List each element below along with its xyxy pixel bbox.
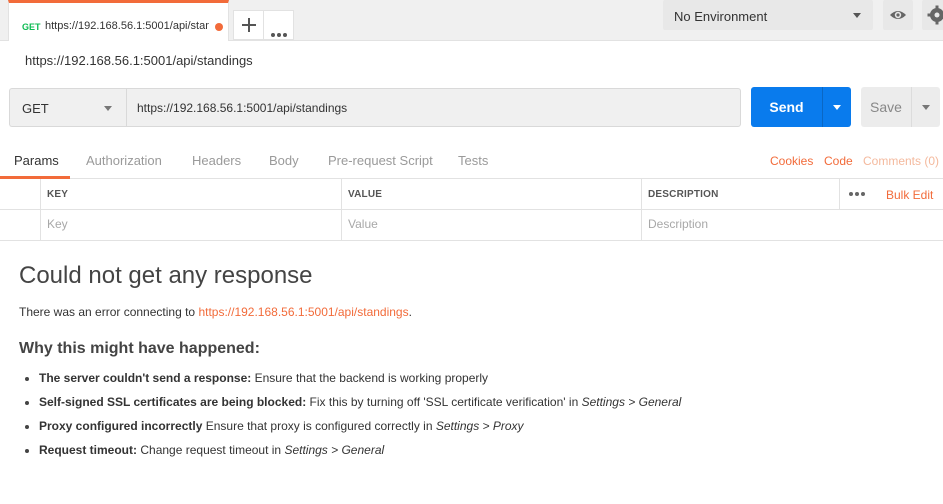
param-value-input[interactable]: [348, 217, 598, 231]
value-column-header: VALUE: [341, 179, 641, 210]
tab-params[interactable]: Params: [14, 153, 59, 168]
response-error-message: There was an error connecting to https:/…: [19, 305, 412, 319]
cookies-link[interactable]: Cookies: [770, 154, 813, 168]
chevron-down-icon: [853, 13, 861, 18]
request-tab[interactable]: GET https://192.168.56.1:5001/api/standi…: [8, 0, 229, 41]
bullet-icon: [25, 425, 29, 429]
environment-select-value: No Environment: [674, 9, 768, 24]
reason-text: Fix this by turning off 'SSL certificate…: [306, 395, 582, 409]
bulk-edit-link[interactable]: Bulk Edit: [886, 188, 933, 202]
reason-title: The server couldn't send a response:: [39, 371, 252, 385]
manage-environments-button[interactable]: [922, 0, 943, 30]
chevron-down-icon: [833, 105, 841, 110]
tab-tests[interactable]: Tests: [458, 153, 488, 168]
tab-authorization[interactable]: Authorization: [86, 153, 162, 168]
send-button[interactable]: Send: [751, 87, 822, 127]
comments-link[interactable]: Comments (0): [863, 154, 939, 168]
code-link[interactable]: Code: [824, 154, 853, 168]
more-icon: [270, 24, 288, 42]
key-column-header: KEY: [40, 179, 341, 210]
reason-title: Proxy configured incorrectly: [39, 419, 203, 433]
why-heading: Why this might have happened:: [19, 340, 260, 357]
error-message-suffix: .: [408, 305, 412, 319]
save-button[interactable]: Save: [861, 87, 911, 127]
chevron-down-icon: [104, 106, 112, 111]
tab-pre-request-script[interactable]: Pre-request Script: [328, 153, 433, 168]
gear-icon: [927, 5, 943, 25]
params-table: KEY VALUE DESCRIPTION Bulk Edit: [0, 179, 943, 241]
description-header: DESCRIPTION: [648, 189, 719, 200]
error-message-prefix: There was an error connecting to: [19, 305, 199, 319]
tab-bar: GET https://192.168.56.1:5001/api/standi…: [0, 0, 943, 41]
environment-quick-look-button[interactable]: [883, 0, 913, 30]
key-header: KEY: [47, 189, 69, 200]
method-select-value: GET: [22, 101, 49, 116]
save-options-button[interactable]: [911, 87, 940, 127]
description-cell: [641, 210, 943, 241]
reason-title: Self-signed SSL certificates are being b…: [39, 395, 307, 409]
bullet-icon: [25, 377, 29, 381]
value-header: VALUE: [348, 189, 383, 200]
reason-settings-path: Settings > General: [581, 395, 682, 409]
url-input[interactable]: [126, 88, 741, 127]
request-title[interactable]: https://192.168.56.1:5001/api/standings: [25, 53, 253, 68]
request-subtabs: Params Authorization Headers Body Pre-re…: [0, 143, 943, 179]
method-select[interactable]: GET: [9, 88, 126, 127]
response-error-title: Could not get any response: [19, 262, 313, 289]
plus-icon: [241, 18, 256, 32]
list-item: Proxy configured incorrectly Ensure that…: [24, 419, 681, 443]
unsaved-dot-icon[interactable]: [215, 23, 223, 31]
reason-text: Change request timeout in: [137, 443, 285, 457]
error-url-link[interactable]: https://192.168.56.1:5001/api/standings: [198, 305, 408, 319]
list-item: The server couldn't send a response: Ens…: [24, 371, 681, 395]
tab-options-button[interactable]: [263, 10, 294, 40]
tab-body[interactable]: Body: [269, 153, 299, 168]
send-options-button[interactable]: [822, 87, 851, 127]
chevron-down-icon: [922, 105, 930, 110]
list-item: Request timeout: Change request timeout …: [24, 443, 681, 467]
reasons-list: The server couldn't send a response: Ens…: [24, 371, 681, 467]
environment-select[interactable]: No Environment: [663, 0, 873, 30]
description-column-header: DESCRIPTION: [641, 179, 839, 210]
reason-text: Ensure that proxy is configured correctl…: [202, 419, 436, 433]
key-cell: [40, 210, 341, 241]
reason-settings-path: Settings > General: [284, 443, 385, 457]
table-options-cell[interactable]: [839, 179, 873, 210]
params-header-row: KEY VALUE DESCRIPTION Bulk Edit: [0, 179, 943, 210]
request-tab-method: GET: [22, 22, 41, 32]
request-tab-url: https://192.168.56.1:5001/api/standings: [45, 20, 209, 32]
new-tab-button[interactable]: [233, 10, 264, 40]
reason-text: Ensure that the backend is working prope…: [251, 371, 489, 385]
table-row: [0, 210, 943, 241]
param-key-input[interactable]: [47, 217, 297, 231]
param-description-input[interactable]: [648, 217, 898, 231]
more-icon: [848, 183, 866, 201]
reason-title: Request timeout:: [39, 443, 138, 457]
bullet-icon: [25, 401, 29, 405]
tab-headers[interactable]: Headers: [192, 153, 241, 168]
list-item: Self-signed SSL certificates are being b…: [24, 395, 681, 419]
bullet-icon: [25, 449, 29, 453]
reason-settings-path: Settings > Proxy: [435, 419, 524, 433]
value-cell: [341, 210, 641, 241]
eye-icon: [890, 11, 906, 19]
